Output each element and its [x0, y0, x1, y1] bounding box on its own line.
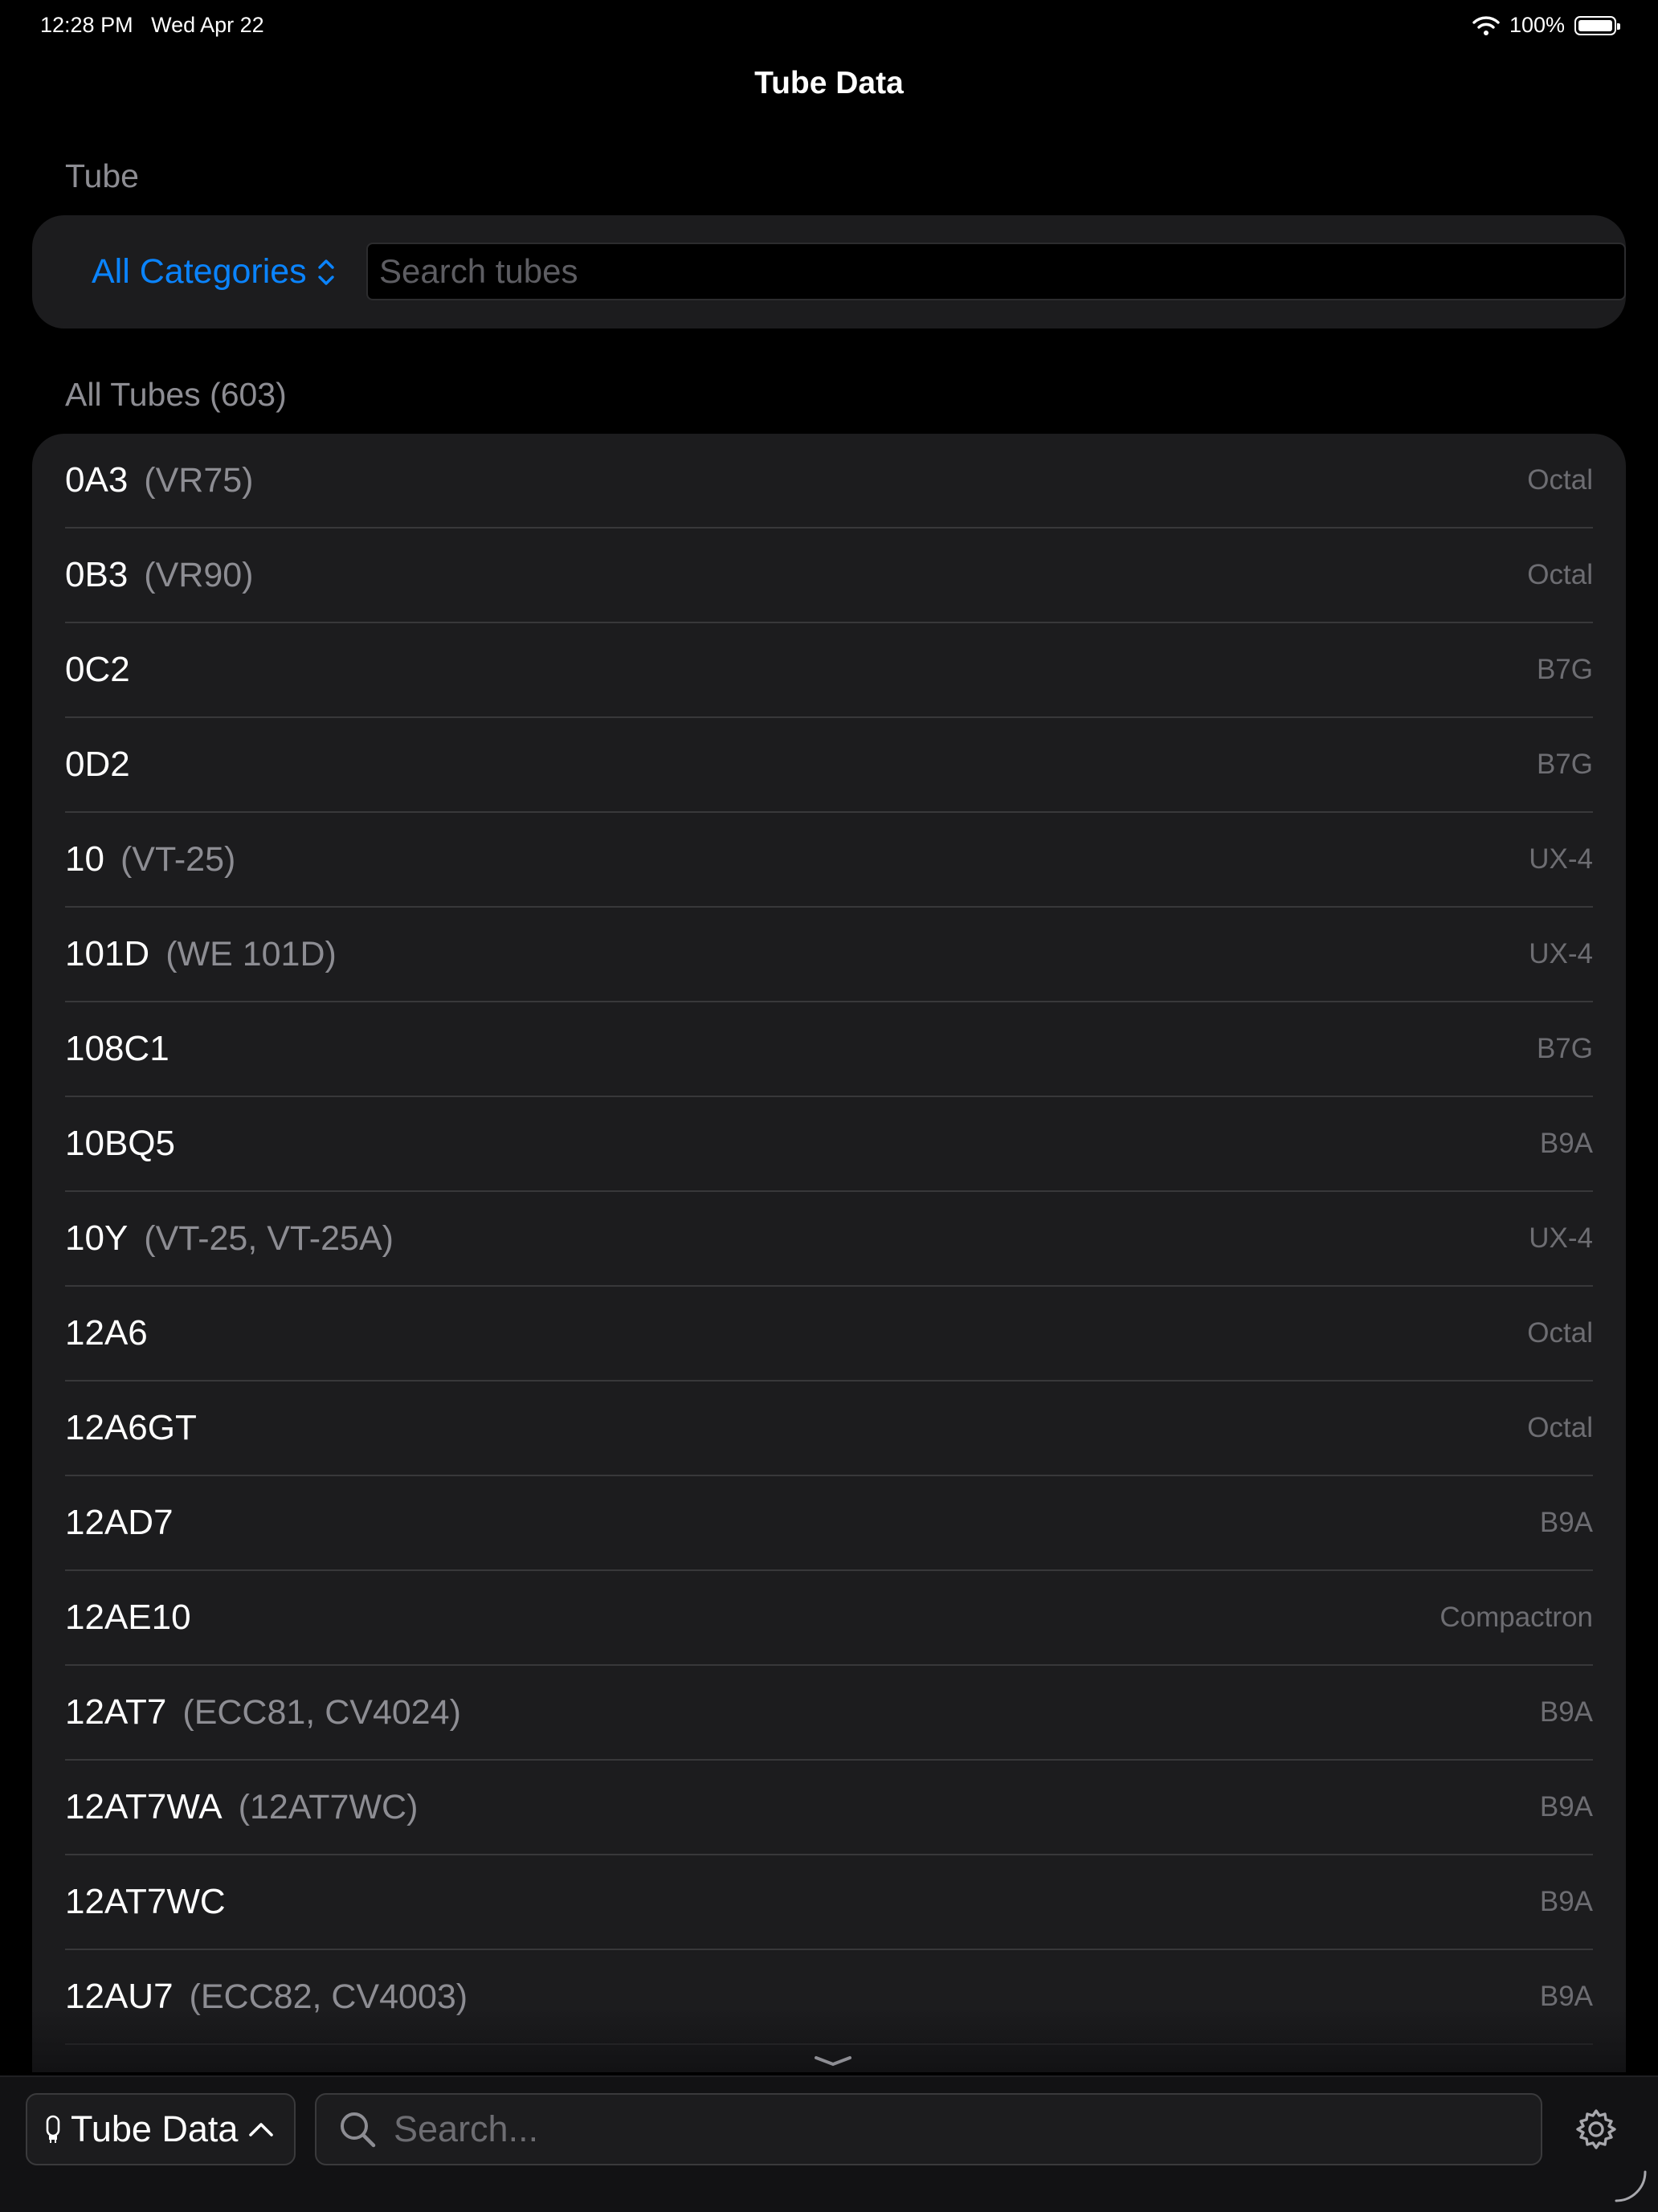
tube-base: B7G	[1536, 1033, 1593, 1064]
gear-icon[interactable]	[1574, 2108, 1618, 2151]
tube-base: UX-4	[1529, 1222, 1593, 1254]
tube-search-input[interactable]	[366, 243, 1626, 300]
section-label-all-tubes: All Tubes (603)	[65, 376, 287, 413]
tube-row[interactable]: 10Y (VT-25, VT-25A) UX-4	[65, 1192, 1593, 1287]
status-clock: 12:28 PM	[40, 13, 133, 37]
tube-base: B9A	[1539, 1791, 1593, 1822]
tube-name: 12AE10	[65, 1598, 191, 1637]
battery-percent: 100%	[1509, 13, 1565, 37]
tube-row[interactable]: 12A6 Octal	[65, 1287, 1593, 1381]
resize-grip-icon[interactable]	[1610, 2165, 1650, 2206]
tube-alias: (VR75)	[144, 460, 254, 500]
tube-name: 0B3	[65, 555, 129, 594]
status-indicators: 100%	[1472, 13, 1620, 38]
tube-alias: (ECC81, CV4024)	[182, 1692, 461, 1732]
category-picker[interactable]: All Categories	[92, 252, 337, 292]
tube-row[interactable]: 101D (WE 101D) UX-4	[65, 908, 1593, 1002]
tube-row[interactable]: 0B3 (VR90) Octal	[65, 529, 1593, 623]
battery-icon	[1574, 15, 1620, 35]
tube-row[interactable]: 10 (VT-25) UX-4	[65, 813, 1593, 908]
search-icon	[341, 2112, 376, 2148]
tube-base: B9A	[1539, 1696, 1593, 1728]
tube-icon	[46, 2115, 60, 2143]
tube-name: 108C1	[65, 1029, 169, 1068]
tube-name: 12A6GT	[65, 1408, 197, 1447]
wifi-icon	[1472, 15, 1500, 35]
tube-name: 10Y	[65, 1218, 129, 1258]
tube-name: 12AT7WC	[65, 1882, 226, 1921]
tube-base: B9A	[1539, 1886, 1593, 1917]
tube-name: 0A3	[65, 460, 129, 500]
tube-base: Compactron	[1440, 1602, 1593, 1633]
tube-base: Octal	[1527, 559, 1593, 590]
page-title: Tube Data	[754, 66, 904, 100]
chevron-up-icon	[249, 2123, 274, 2136]
tube-row[interactable]: 108C1 B7G	[65, 1002, 1593, 1097]
tube-base: B7G	[1536, 749, 1593, 780]
status-time: 12:28 PM Wed Apr 22	[40, 13, 264, 38]
category-picker-label: All Categories	[92, 252, 307, 291]
app-menu-label: Tube Data	[71, 2108, 239, 2149]
tube-name: 10	[65, 839, 104, 879]
filter-card: All Categories	[32, 215, 1626, 329]
tube-name: 12AT7WA	[65, 1787, 223, 1826]
tube-base: B9A	[1539, 1507, 1593, 1538]
tube-list: 0A3 (VR75) Octal 0B3 (VR90) Octal 0C2 B7G 0D2 B7G…	[32, 434, 1626, 2072]
tube-name: 10BQ5	[65, 1124, 175, 1163]
status-bar: 12:28 PM Wed Apr 22 100%	[0, 0, 1658, 51]
tube-name: 0D2	[65, 745, 130, 784]
tube-row[interactable]: 12A6GT Octal	[65, 1381, 1593, 1476]
tube-name: 12AT7	[65, 1692, 167, 1732]
bottom-toolbar: Tube Data	[0, 2075, 1658, 2212]
tube-row[interactable]: 12AT7WA (12AT7WC) B9A	[65, 1761, 1593, 1855]
chevron-down-icon[interactable]	[813, 2053, 853, 2069]
tube-base: UX-4	[1529, 938, 1593, 969]
tube-base: UX-4	[1529, 843, 1593, 875]
tube-row[interactable]: 12AE10 Compactron	[65, 1571, 1593, 1666]
tube-base: Octal	[1527, 464, 1593, 496]
tube-alias: (VT-25)	[120, 839, 236, 879]
tube-name: 101D	[65, 934, 150, 973]
tube-row[interactable]: 10BQ5 B9A	[65, 1097, 1593, 1192]
tube-base: Octal	[1527, 1317, 1593, 1349]
section-label-tube: Tube	[65, 157, 139, 194]
chevron-up-down-icon	[317, 259, 334, 285]
tube-alias: (WE 101D)	[165, 934, 337, 973]
tube-base: B7G	[1536, 654, 1593, 685]
tube-row[interactable]: 0A3 (VR75) Octal	[65, 434, 1593, 529]
tube-name: 12AD7	[65, 1503, 174, 1542]
app-menu-button[interactable]: Tube Data	[26, 2093, 296, 2165]
tube-row[interactable]: 12AT7 (ECC81, CV4024) B9A	[65, 1666, 1593, 1761]
status-date: Wed Apr 22	[151, 13, 264, 37]
tube-row[interactable]: 0D2 B7G	[65, 718, 1593, 813]
global-search-input[interactable]	[392, 2108, 1504, 2151]
global-search-bar[interactable]	[315, 2093, 1542, 2165]
tube-base: Octal	[1527, 1412, 1593, 1443]
tube-row[interactable]: 0C2 B7G	[65, 623, 1593, 718]
tube-name: 0C2	[65, 650, 130, 689]
tube-row[interactable]: 12AT7WC B9A	[65, 1855, 1593, 1950]
tube-name: 12A6	[65, 1313, 148, 1353]
tube-alias: (12AT7WC)	[238, 1787, 419, 1826]
tube-alias: (VT-25, VT-25A)	[144, 1218, 394, 1258]
tube-row[interactable]: 12AD7 B9A	[65, 1476, 1593, 1571]
tube-base: B9A	[1539, 1128, 1593, 1159]
tube-alias: (VR90)	[144, 555, 254, 594]
